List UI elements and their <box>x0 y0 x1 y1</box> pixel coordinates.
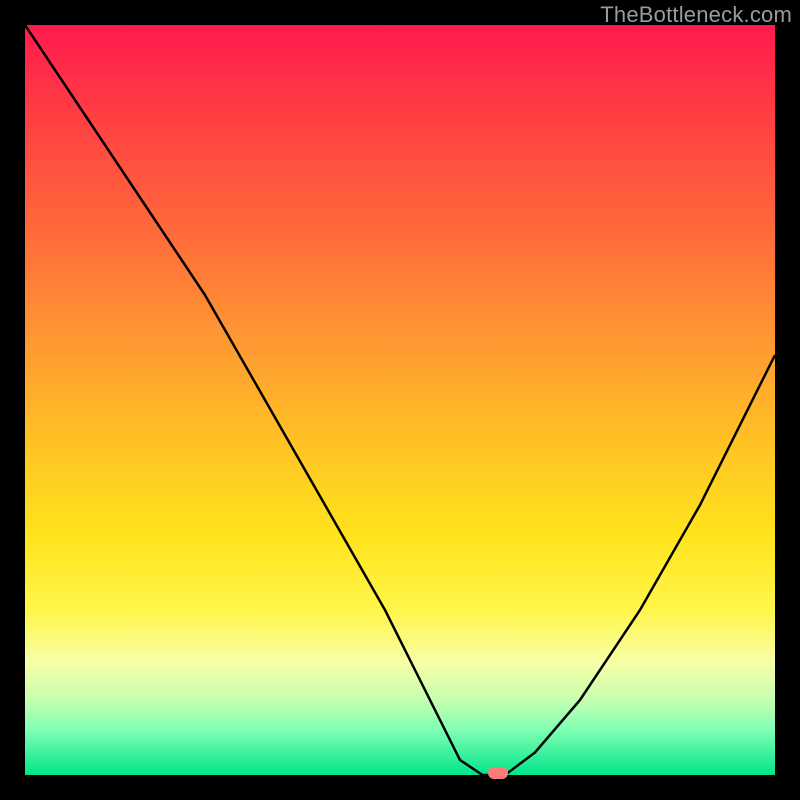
plot-area <box>25 25 775 775</box>
chart-page: TheBottleneck.com <box>0 0 800 800</box>
bottleneck-marker <box>488 767 508 779</box>
bottleneck-curve <box>25 25 775 775</box>
watermark-text: TheBottleneck.com <box>600 2 792 28</box>
